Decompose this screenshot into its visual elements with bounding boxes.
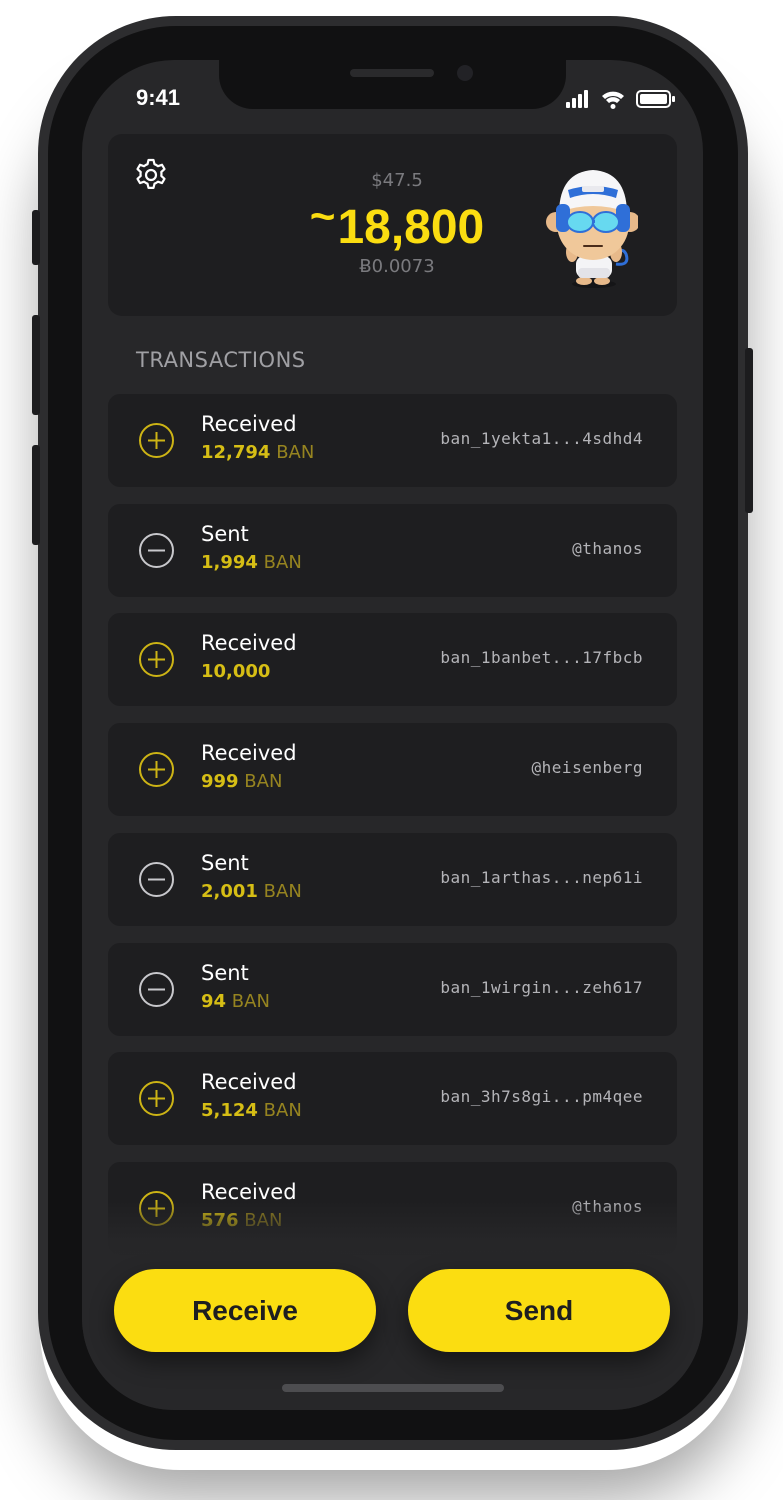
transaction-row[interactable]: Received 999 BAN @heisenberg	[108, 723, 677, 817]
cellular-signal-icon	[566, 90, 588, 108]
minus-circle-icon	[139, 861, 174, 897]
amount-unit: BAN	[226, 990, 270, 1012]
transaction-address: ban_1banbet...17fbcb	[440, 648, 643, 668]
approx-symbol: ~	[309, 192, 336, 241]
transaction-address: @heisenberg	[531, 758, 643, 778]
amount-value: 94	[201, 990, 227, 1012]
transaction-type: Sent	[201, 850, 249, 875]
receive-button[interactable]: Receive	[114, 1269, 376, 1352]
amount-unit: BAN	[238, 771, 283, 793]
transaction-address: ban_1arthas...nep61i	[440, 867, 643, 887]
transaction-type: Received	[201, 412, 297, 436]
send-button[interactable]: Send	[408, 1269, 670, 1352]
front-camera	[457, 65, 473, 81]
transaction-amount: 5,124 BAN	[201, 1100, 302, 1121]
amount-unit: BAN	[270, 442, 315, 463]
volume-down-button	[32, 445, 40, 545]
power-button	[745, 348, 753, 513]
wifi-icon	[602, 91, 624, 109]
plus-circle-icon	[139, 752, 174, 788]
minus-circle-icon	[139, 532, 174, 568]
silent-switch	[32, 210, 40, 265]
transaction-amount: 10,000	[201, 661, 270, 682]
amount-unit: BAN	[257, 551, 302, 573]
transaction-amount: 1,994 BAN	[201, 552, 302, 573]
transaction-type: Received	[201, 741, 297, 766]
transaction-type: Received	[201, 1070, 297, 1095]
status-icons	[566, 90, 675, 109]
amount-value: 1,994	[201, 551, 258, 573]
monkey-avatar-icon[interactable]	[546, 160, 638, 290]
amount-value: 5,124	[201, 1100, 258, 1122]
transaction-address: ban_1yekta1...4sdhd4	[440, 429, 643, 448]
volume-up-button	[32, 315, 40, 415]
plus-circle-icon	[139, 1081, 174, 1117]
transaction-amount: 999 BAN	[201, 771, 282, 792]
amount-unit: BAN	[257, 880, 302, 902]
transaction-amount: 2,001 BAN	[201, 881, 302, 902]
transaction-type: Sent	[201, 960, 249, 985]
amount-value: 999	[201, 771, 239, 793]
transaction-row[interactable]: Sent 2,001 BAN ban_1arthas...nep61i	[108, 832, 677, 926]
transaction-row[interactable]: Received 10,000 ban_1banbet...17fbcb	[108, 613, 677, 707]
transaction-row[interactable]: Sent 94 BAN ban_1wirgin...zeh617	[108, 942, 677, 1036]
transaction-row[interactable]: Sent 1,994 BAN @thanos	[108, 503, 677, 597]
balance-card: $47.5 ~18,800 Ƀ0.0073	[108, 134, 677, 316]
transaction-row[interactable]: Received 12,794 BAN ban_1yekta1...4sdhd4	[108, 394, 677, 487]
transaction-type: Received	[201, 631, 297, 656]
home-indicator	[282, 1384, 504, 1392]
transactions-heading: TRANSACTIONS	[136, 348, 306, 372]
minus-circle-icon	[139, 971, 174, 1007]
amount-value: 10,000	[201, 661, 271, 683]
app-screen: 9:41 $47.5 ~18,800 Ƀ0.0073 TRANSACTIONS …	[82, 60, 703, 1410]
status-time: 9:41	[136, 85, 181, 110]
amount-unit: BAN	[257, 1100, 302, 1122]
amount-value: 12,794	[201, 442, 271, 463]
plus-circle-icon	[139, 423, 174, 458]
speaker-grille	[350, 69, 434, 77]
balance-value: 18,800	[337, 201, 485, 254]
transaction-address: ban_3h7s8gi...pm4qee	[440, 1087, 643, 1107]
notch	[219, 60, 566, 109]
transaction-type: Sent	[201, 521, 249, 546]
transaction-row[interactable]: Received 5,124 BAN ban_3h7s8gi...pm4qee	[108, 1052, 677, 1146]
transaction-amount: 12,794 BAN	[201, 442, 314, 463]
transaction-address: ban_1wirgin...zeh617	[440, 977, 643, 997]
amount-value: 2,001	[201, 880, 258, 902]
battery-icon	[636, 90, 675, 108]
transaction-address: @thanos	[572, 538, 643, 558]
plus-circle-icon	[139, 642, 174, 678]
transaction-amount: 94 BAN	[201, 991, 270, 1012]
